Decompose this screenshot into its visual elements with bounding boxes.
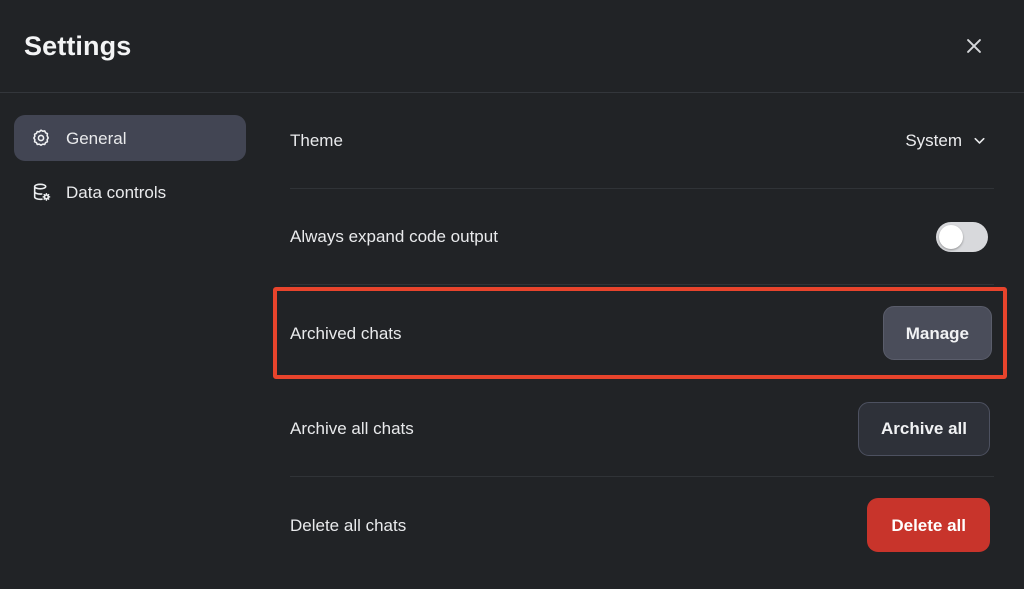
setting-row-theme: Theme System	[290, 93, 994, 189]
setting-label-always-expand-code-output: Always expand code output	[290, 227, 498, 246]
setting-row-always-expand-code-output: Always expand code output	[290, 189, 994, 285]
settings-list: Theme System Always expand code output A…	[273, 93, 1007, 573]
close-button[interactable]	[956, 28, 992, 64]
theme-select-value: System	[905, 130, 962, 150]
theme-select[interactable]: System	[897, 125, 992, 157]
always-expand-code-output-toggle[interactable]	[936, 221, 988, 252]
sidebar-item-data-controls[interactable]: Data controls	[14, 169, 246, 215]
dialog-header: Settings	[0, 0, 1024, 93]
setting-row-archive-all-chats: Archive all chats Archive all	[290, 381, 994, 477]
sidebar-item-label-data-controls: Data controls	[66, 182, 167, 202]
page-title: Settings	[24, 30, 132, 61]
manage-archived-chats-button[interactable]: Manage	[882, 306, 992, 360]
setting-label-delete-all-chats: Delete all chats	[290, 515, 407, 535]
setting-label-theme: Theme	[290, 131, 343, 150]
setting-label-archived-chats: Archived chats	[290, 323, 402, 343]
dialog-body: General Data controls Theme System Alway…	[0, 93, 1024, 589]
settings-dialog: Settings General Data controls Theme Sys…	[0, 0, 1024, 589]
database-gear-icon	[30, 181, 52, 203]
toggle-knob	[939, 224, 963, 249]
close-icon	[963, 35, 985, 57]
setting-row-archived-chats: Archived chats Manage	[273, 285, 1007, 381]
sidebar-item-general[interactable]: General	[14, 115, 246, 161]
chevron-down-icon	[971, 132, 988, 149]
sidebar: General Data controls	[0, 93, 260, 589]
setting-label-archive-all-chats: Archive all chats	[290, 419, 414, 438]
sidebar-item-label-general: General	[66, 128, 127, 148]
gear-icon	[30, 127, 52, 149]
archive-all-button[interactable]: Archive all	[858, 401, 990, 456]
main-panel: Theme System Always expand code output A…	[260, 93, 1024, 589]
setting-row-delete-all-chats: Delete all chats Delete all	[290, 477, 994, 573]
delete-all-button[interactable]: Delete all	[867, 498, 990, 552]
